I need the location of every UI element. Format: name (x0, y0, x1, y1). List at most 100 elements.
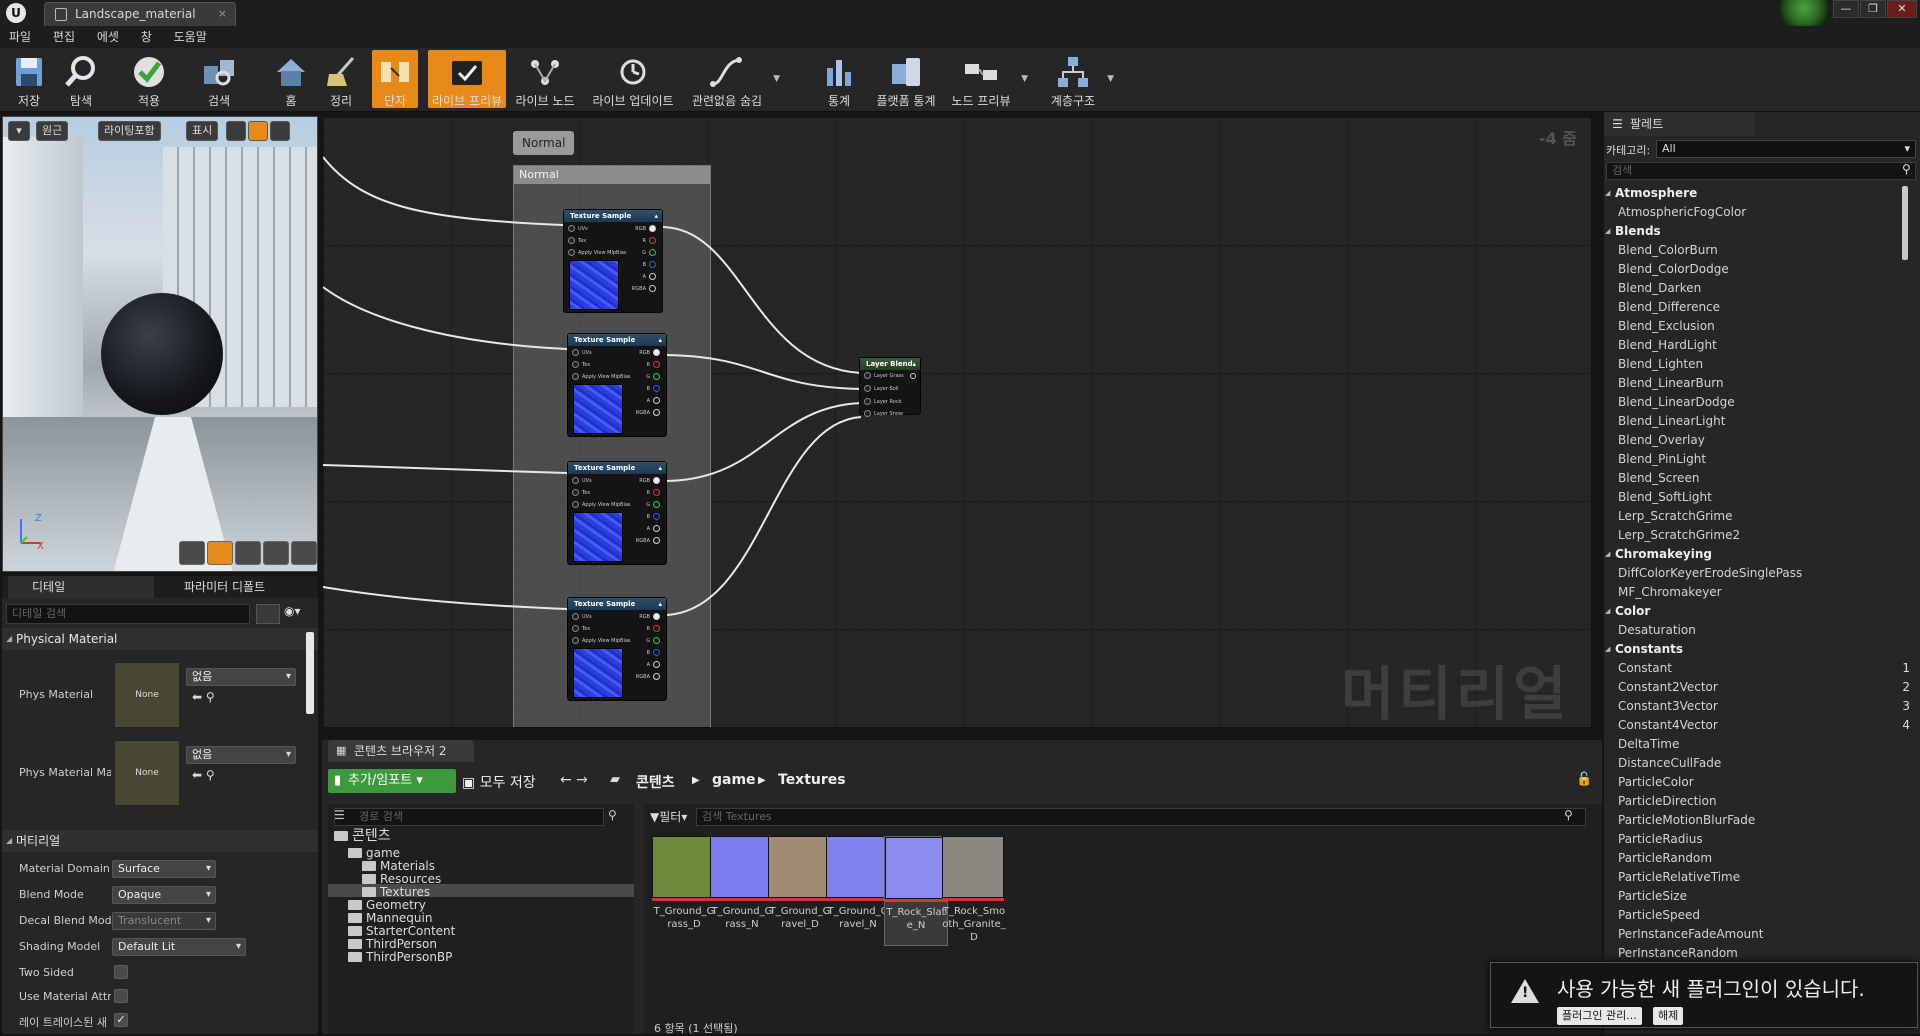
home-button[interactable]: 홈 (268, 50, 314, 108)
palette-search-input[interactable]: 검색 (1606, 162, 1916, 180)
path-search-input[interactable]: 경로 검색 (334, 808, 604, 826)
asset-tile[interactable]: T_Ground_Gravel_D (768, 836, 832, 946)
hide-unrelated-dropdown-icon[interactable]: ▼ (773, 74, 780, 84)
pin-mipbias[interactable]: Apply View MipBias (572, 501, 631, 508)
breadcrumb-game[interactable]: game (712, 772, 756, 788)
palette-category[interactable]: Color (1604, 602, 1904, 621)
palette-item[interactable]: Blend_ColorBurn (1604, 241, 1904, 260)
node-preview-button[interactable]: 노드 프리뷰 ▼ (948, 50, 1028, 108)
palette-item[interactable]: Constant 1 (1604, 659, 1910, 678)
phys-material-combo[interactable]: 없음 (186, 668, 296, 686)
pin-mipbias[interactable]: Apply View MipBias (572, 373, 631, 380)
plane-preview-icon[interactable] (235, 541, 261, 565)
layer-blend-node[interactable]: Layer Blend Layer Grass Layer Soil Layer… (859, 357, 921, 417)
hierarchy-dropdown-icon[interactable]: ▼ (1107, 74, 1114, 84)
content-browser-tab[interactable]: ▦ 콘텐츠 브라우저 2 (328, 740, 474, 762)
pin-r[interactable]: R (643, 237, 656, 244)
breadcrumb-content[interactable]: 콘텐츠 (636, 772, 675, 792)
shading-model-combo[interactable]: Default Lit (112, 938, 246, 956)
palette-scrollbar[interactable] (1902, 186, 1908, 260)
use-selected-arrow-icon[interactable]: ⬅ ⚲ (192, 768, 215, 782)
palette-category[interactable]: Constants (1604, 640, 1904, 659)
two-sided-checkbox[interactable] (114, 965, 128, 979)
category-select[interactable]: All (1656, 140, 1916, 158)
pin-rgb[interactable]: RGB (639, 477, 660, 484)
palette-category[interactable]: Atmosphere (1604, 184, 1904, 203)
palette-item[interactable]: DeltaTime (1604, 735, 1904, 754)
palette-category[interactable]: Blends (1604, 222, 1904, 241)
palette-item[interactable]: Blend_Overlay (1604, 431, 1904, 450)
save-all-button[interactable]: ▣ 모두 저장 (462, 772, 536, 792)
palette-item[interactable]: ParticleRelativeTime (1604, 868, 1904, 887)
material-domain-combo[interactable]: Surface (112, 860, 216, 878)
teapot-preview-icon[interactable] (291, 541, 317, 565)
menu-window[interactable]: 창 (132, 26, 161, 48)
palette-item[interactable]: Blend_Lighten (1604, 355, 1904, 374)
pin-g[interactable]: G (646, 501, 660, 508)
blend-mode-combo[interactable]: Opaque (112, 886, 216, 904)
palette-item[interactable]: ParticleDirection (1604, 792, 1904, 811)
palette-item[interactable]: Blend_Exclusion (1604, 317, 1904, 336)
pin-a[interactable]: A (647, 661, 660, 668)
pin-rgba[interactable]: RGBA (636, 673, 660, 680)
use-selected-arrow-icon[interactable]: ⬅ ⚲ (192, 690, 215, 704)
pin-layer-rock[interactable]: Layer Rock (864, 398, 901, 405)
palette-category[interactable]: Chromakeying (1604, 545, 1904, 564)
pin-layer-soil[interactable]: Layer Soil (864, 385, 899, 392)
folder-tree-item[interactable]: Resources (328, 871, 634, 886)
platform-stats-button[interactable]: 플랫폼 통계 (870, 50, 942, 108)
palette-item[interactable]: Blend_Screen (1604, 469, 1904, 488)
asset-tab[interactable]: Landscape_material × (44, 2, 236, 26)
dismiss-button[interactable]: 해제 (1653, 1007, 1684, 1025)
pin-layer-grass[interactable]: Layer Grass (864, 372, 904, 379)
pin-mipbias[interactable]: Apply View MipBias (568, 249, 627, 256)
pin-uvs[interactable]: UVs (572, 613, 592, 620)
phys-material-map-combo[interactable]: 없음 (186, 746, 296, 764)
palette-item[interactable]: DistanceCullFade (1604, 754, 1904, 773)
decal-blend-mode-combo[interactable]: Translucent (112, 912, 216, 930)
palette-item[interactable]: Blend_LinearLight (1604, 412, 1904, 431)
folder-tree-item[interactable]: ThirdPersonBP (328, 949, 634, 964)
pin-rgb[interactable]: RGB (635, 225, 656, 232)
menu-edit[interactable]: 편집 (44, 26, 84, 48)
folder-tree-item[interactable]: Mannequin (328, 910, 634, 925)
palette-item[interactable]: MF_Chromakeyer (1604, 583, 1904, 602)
grid-view-icon[interactable] (256, 604, 280, 624)
folder-tree-item[interactable]: 콘텐츠 (328, 828, 634, 845)
folder-tree-item[interactable]: game (328, 845, 634, 860)
minimize-button[interactable]: — (1833, 0, 1859, 18)
palette-item[interactable]: ParticleSize (1604, 887, 1904, 906)
pin-tex[interactable]: Tex (572, 361, 590, 368)
palette-item[interactable]: Blend_Darken (1604, 279, 1904, 298)
palette-item[interactable]: Blend_SoftLight (1604, 488, 1904, 507)
manage-plugins-button[interactable]: 플러그인 관리... (1557, 1007, 1642, 1025)
asset-tile[interactable]: T_Ground_Gravel_N (826, 836, 890, 946)
palette-item[interactable]: Blend_ColorDodge (1604, 260, 1904, 279)
pin-rgb[interactable]: RGB (639, 613, 660, 620)
live-nodes-button[interactable]: 라이브 노드 (512, 50, 578, 108)
maximize-button[interactable]: ❐ (1860, 0, 1886, 18)
lock-icon[interactable]: 🔓 (1576, 772, 1592, 787)
realtime-icon[interactable] (248, 121, 268, 141)
menu-file[interactable]: 파일 (0, 26, 40, 48)
palette-item[interactable]: ParticleMotionBlurFade (1604, 811, 1904, 830)
browse-button[interactable]: 탐색 (58, 50, 104, 108)
palette-item[interactable]: Blend_PinLight (1604, 450, 1904, 469)
folder-tree-item[interactable]: Textures (328, 884, 634, 899)
palette-item[interactable]: ParticleRadius (1604, 830, 1904, 849)
show-button[interactable]: 표시 (186, 121, 219, 141)
output-pin[interactable] (910, 373, 916, 379)
texture-sample-node[interactable]: Texture Sample UVs Tex Apply View MipBia… (563, 209, 663, 313)
section-material[interactable]: 머티리얼 (2, 830, 318, 852)
hierarchy-button[interactable]: 계층구조 ▼ (1046, 50, 1114, 108)
raytraced-checkbox[interactable]: ✓ (114, 1013, 128, 1027)
filter-list-icon[interactable]: ☰ (334, 808, 345, 822)
asset-tile[interactable]: T_Ground_Grass_N (710, 836, 774, 946)
palette-item[interactable]: ParticleSpeed (1604, 906, 1904, 925)
pin-r[interactable]: R (647, 361, 660, 368)
palette-item[interactable]: Constant3Vector 3 (1604, 697, 1910, 716)
connectors-button[interactable]: 단자 (372, 50, 418, 108)
texture-sample-node[interactable]: Texture Sample UVs Tex Apply View MipBia… (567, 461, 667, 565)
palette-item[interactable]: Blend_LinearBurn (1604, 374, 1904, 393)
tab-details[interactable]: 디테일 (8, 576, 154, 598)
